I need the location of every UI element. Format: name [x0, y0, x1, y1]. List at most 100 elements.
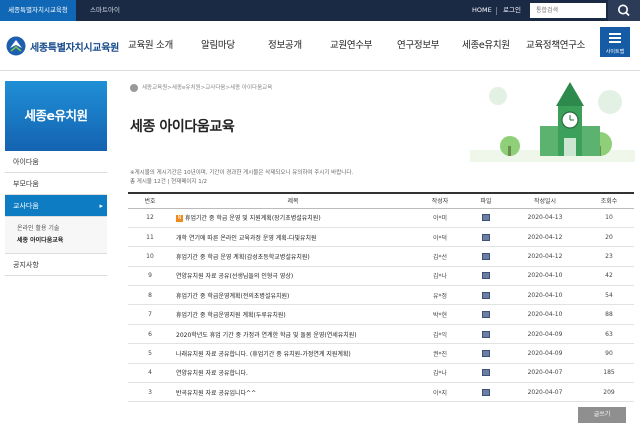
notice-text: ※게시물의 게시기간은 10년이며, 기간이 경과한 게시물은 삭제되오니 유의… — [130, 170, 354, 176]
row-title[interactable]: 연양유치원 자료 공유합니다. — [176, 370, 248, 377]
clock-tower-illustration — [470, 82, 635, 162]
row-views: 10 — [605, 214, 613, 222]
file-icon[interactable] — [482, 272, 490, 280]
file-icon[interactable] — [482, 349, 490, 357]
sitemap-button[interactable]: 사이트맵 — [600, 27, 630, 57]
row-title[interactable]: 2020학년도 휴업 기간 중 가정과 연계한 학급 및 돌봄 운영(연세유치원… — [176, 332, 357, 339]
row-file — [466, 227, 506, 246]
row-author: 이*미 — [432, 215, 448, 223]
home-link[interactable]: HOME — [472, 0, 492, 21]
tab-office[interactable]: 세종특별자치시교육청 — [0, 0, 76, 21]
table-row[interactable]: 8 휴업기간 중 학급운영계획(전의초병설유치원) 유*정 2020-04-10 54 — [128, 286, 634, 305]
file-icon[interactable] — [482, 369, 490, 377]
home-icon[interactable] — [130, 83, 138, 92]
row-title[interactable]: 나래유치원 자료 공유합니다. (휴업기간 중 유치원-가정연계 지원계획) — [176, 351, 351, 358]
file-icon[interactable] — [482, 233, 490, 241]
row-file — [466, 305, 506, 324]
table-row[interactable]: 12 N 휴업기간 중 학급 운영 및 지원계획(장기초병설유치원) 이*미 2020-… — [128, 208, 634, 228]
site-logo[interactable]: 세종특별자치시교육원 — [6, 35, 119, 57]
row-file — [466, 247, 506, 266]
row-views: 88 — [605, 311, 613, 319]
row-title-cell: 휴업기간 중 학급운영계획(전의초병설유치원) — [172, 286, 414, 305]
row-file — [466, 324, 506, 343]
row-views: 209 — [603, 388, 615, 396]
table-row[interactable]: 4 연양유치원 자료 공유합니다. 김*나 2020-04-07 185 — [128, 363, 634, 383]
row-title-cell: 2020학년도 휴업 기간 중 가정과 연계한 학급 및 돌봄 운영(연세유치원… — [172, 324, 414, 343]
row-views: 23 — [605, 252, 613, 260]
nav-research[interactable]: 연구정보부 — [397, 21, 440, 71]
row-file — [466, 208, 506, 227]
nav-notice[interactable]: 알림마당 — [201, 21, 235, 71]
col-title: 제목 — [287, 198, 299, 206]
search-button[interactable] — [608, 0, 640, 21]
breadcrumb-text: 세종교육원>세종e유치원>교사다움>세종 아이다움교육 — [142, 85, 273, 91]
sidebar-item-child[interactable]: 아이다움 — [5, 151, 107, 173]
row-title-cell: 개학 연기에 따른 온라인 교육과정 운영 계획-다빛유치원 — [172, 227, 414, 246]
row-title-cell: 연양유치원 자료 공유합니다. — [172, 363, 414, 382]
row-title[interactable]: 연양유치원 자료 공유(선생님들의 인형극 영상) — [176, 273, 293, 280]
row-author: 이*덕 — [432, 234, 448, 242]
file-icon[interactable] — [482, 388, 490, 396]
row-file — [466, 266, 506, 285]
sidebar-submenu: 온라인 활용 기술 세종 아이다움교육 — [5, 217, 107, 254]
row-number: 3 — [148, 388, 152, 396]
row-number: 5 — [148, 349, 152, 357]
row-author: 박*현 — [432, 312, 448, 320]
sidebar-item-notices[interactable]: 공지사항 — [5, 254, 107, 276]
submenu-online-skills[interactable]: 온라인 활용 기술 — [17, 223, 107, 235]
col-number: 번호 — [144, 198, 156, 206]
row-title[interactable]: 휴업기간 중 학급운영계획(전의초병설유치원) — [176, 293, 289, 300]
write-button[interactable]: 글쓰기 — [578, 407, 626, 423]
table-row[interactable]: 6 2020학년도 휴업 기간 중 가정과 연계한 학급 및 돌봄 운영(연세유치… — [128, 324, 634, 344]
table-row[interactable]: 11 개학 연기에 따른 온라인 교육과정 운영 계획-다빛유치원 이*덕 2020-… — [128, 227, 634, 247]
table-row[interactable]: 10 휴업기간 중 학급 운영 계획(감성초등학교병설유치원) 김*선 2020-04… — [128, 247, 634, 267]
nav-policy-institute[interactable]: 교육정책연구소 — [526, 21, 585, 71]
nav-info[interactable]: 정보공개 — [268, 21, 302, 71]
table-row[interactable]: 9 연양유치원 자료 공유(선생님들의 인형극 영상) 김*나 2020-04-10 4… — [128, 266, 634, 286]
row-title-cell: 반곡유치원 자료 공유입니다^^ — [172, 383, 414, 402]
login-link[interactable]: 로그인 — [503, 0, 521, 21]
row-title[interactable]: 휴업기간 중 학급 운영 및 지원계획(장기초병설유치원) — [185, 215, 321, 222]
row-number: 9 — [148, 272, 152, 280]
table-row[interactable]: 3 반곡유치원 자료 공유입니다^^ 이*지 2020-04-07 209 — [128, 383, 634, 402]
row-file — [466, 286, 506, 305]
main-header: 세종특별자치시교육원 교육원 소개 알림마당 정보공개 교원연수부 연구정보부 … — [0, 21, 640, 71]
nav-e-kindergarten[interactable]: 세종e유치원 — [462, 21, 510, 71]
row-number: 7 — [148, 311, 152, 319]
row-title[interactable]: 휴업기간 중 학급 운영 계획(감성초등학교병설유치원) — [176, 254, 310, 261]
row-title-cell: 연양유치원 자료 공유(선생님들의 인형극 영상) — [172, 266, 414, 285]
row-date: 2020-04-10 — [527, 272, 563, 280]
row-title[interactable]: 반곡유치원 자료 공유입니다^^ — [176, 390, 256, 397]
row-title-cell: 휴업기간 중 학급운영지원 계획(두루유치원) — [172, 305, 414, 324]
row-author: 이*지 — [432, 389, 448, 397]
row-number: 12 — [146, 214, 154, 222]
logo-text: 세종특별자치시교육원 — [30, 42, 120, 54]
tab-smart-eye[interactable]: 스마트아이 — [76, 0, 134, 21]
file-icon[interactable] — [482, 252, 490, 260]
file-icon[interactable] — [482, 330, 490, 338]
row-views: 90 — [605, 349, 613, 357]
row-date: 2020-04-12 — [527, 233, 563, 241]
table-row[interactable]: 7 휴업기간 중 학급운영지원 계획(두루유치원) 박*현 2020-04-10 88 — [128, 305, 634, 325]
sidebar-item-parent[interactable]: 부모다움 — [5, 173, 107, 195]
file-icon[interactable] — [482, 311, 490, 319]
row-file — [466, 383, 506, 402]
row-file — [466, 344, 506, 363]
sidebar-item-teacher[interactable]: 교사다움 — [5, 195, 107, 217]
row-title[interactable]: 휴업기간 중 학급운영지원 계획(두루유치원) — [176, 312, 286, 319]
search-input[interactable] — [530, 3, 606, 18]
file-icon[interactable] — [482, 214, 490, 222]
col-author: 작성자 — [431, 198, 449, 206]
row-title[interactable]: 개학 연기에 따른 온라인 교육과정 운영 계획-다빛유치원 — [176, 235, 317, 242]
nav-about[interactable]: 교육원 소개 — [128, 21, 173, 71]
row-date: 2020-04-12 — [527, 252, 563, 260]
row-title-cell: N 휴업기간 중 학급 운영 및 지원계획(장기초병설유치원) — [172, 208, 414, 227]
file-icon[interactable] — [482, 291, 490, 299]
nav-training[interactable]: 교원연수부 — [330, 21, 373, 71]
col-date: 작성일시 — [533, 198, 557, 206]
row-date: 2020-04-13 — [527, 214, 563, 222]
table-row[interactable]: 5 나래유치원 자료 공유합니다. (휴업기간 중 유치원-가정연계 지원계획) 권… — [128, 344, 634, 364]
row-number: 6 — [148, 330, 152, 338]
logo-icon — [6, 36, 26, 56]
submenu-sejong-education[interactable]: 세종 아이다움교육 — [17, 235, 107, 247]
